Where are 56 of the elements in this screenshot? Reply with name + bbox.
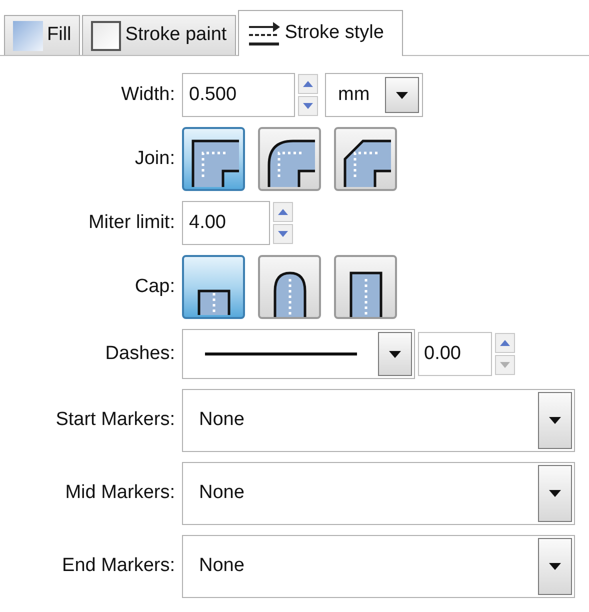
- down-arrow-icon: [303, 103, 313, 109]
- width-field[interactable]: 0.500: [182, 73, 295, 117]
- cap-option-button[interactable]: [334, 255, 397, 319]
- marker-value: None: [199, 554, 244, 578]
- dropdown-button[interactable]: [538, 465, 572, 522]
- unit-dropdown[interactable]: mm: [325, 73, 423, 117]
- stroke-swatch-icon: [91, 20, 122, 50]
- tab[interactable]: Stroke paint: [82, 15, 236, 55]
- spin-up-button[interactable]: [273, 202, 293, 222]
- join-option-button[interactable]: [258, 127, 321, 191]
- unit-value: mm: [338, 82, 370, 107]
- up-arrow-icon: [278, 209, 288, 215]
- dash-offset-field[interactable]: 0.00: [418, 332, 492, 376]
- dropdown-button[interactable]: [378, 332, 412, 376]
- marker-dropdown[interactable]: None: [182, 462, 575, 525]
- join-option-button[interactable]: [334, 127, 397, 191]
- tab[interactable]: Stroke style: [238, 10, 403, 56]
- field-label: Miter limit:: [87, 210, 176, 235]
- up-arrow-icon: [500, 340, 510, 346]
- fill-swatch-icon: [13, 20, 43, 50]
- spin-down-button[interactable]: [298, 96, 318, 116]
- caret-icon: [549, 563, 561, 570]
- solid-line-icon: [205, 352, 357, 356]
- dropdown-button[interactable]: [538, 538, 572, 595]
- caret-icon: [549, 490, 561, 497]
- marker-value: None: [199, 408, 244, 432]
- cap-butt-icon: [196, 289, 230, 317]
- caret-icon: [389, 350, 401, 358]
- cap-option-button[interactable]: [182, 255, 245, 319]
- dropdown-button[interactable]: [385, 77, 419, 113]
- cap-option-button[interactable]: [258, 255, 321, 319]
- up-arrow-icon: [303, 81, 313, 87]
- field-label: Width:: [120, 82, 176, 107]
- dropdown-button[interactable]: [538, 392, 572, 449]
- marker-dropdown[interactable]: None: [182, 389, 575, 452]
- spin-down-button[interactable]: [273, 224, 293, 244]
- dash-pattern-dropdown[interactable]: [182, 329, 415, 379]
- marker-value: None: [199, 481, 244, 506]
- cap-round-icon: [272, 271, 306, 317]
- spin-up-button[interactable]: [495, 333, 515, 353]
- field-label: Mid Markers:: [64, 481, 176, 506]
- marker-dropdown[interactable]: None: [182, 535, 575, 598]
- miter-limit-field[interactable]: 4.00: [182, 201, 270, 245]
- field-label: Cap:: [134, 274, 176, 299]
- down-arrow-icon: [278, 231, 288, 237]
- caret-icon: [396, 92, 408, 98]
- join-option-button[interactable]: [182, 127, 245, 191]
- field-label: Start Markers:: [54, 408, 176, 432]
- field-label: End Markers:: [61, 554, 176, 578]
- field-label: Join:: [134, 146, 176, 171]
- spin-up-button[interactable]: [298, 74, 318, 94]
- down-arrow-icon: [500, 362, 510, 368]
- tab[interactable]: Fill: [4, 15, 80, 55]
- caret-icon: [549, 417, 561, 424]
- field-label: Dashes:: [104, 342, 176, 366]
- cap-square-icon: [348, 271, 382, 317]
